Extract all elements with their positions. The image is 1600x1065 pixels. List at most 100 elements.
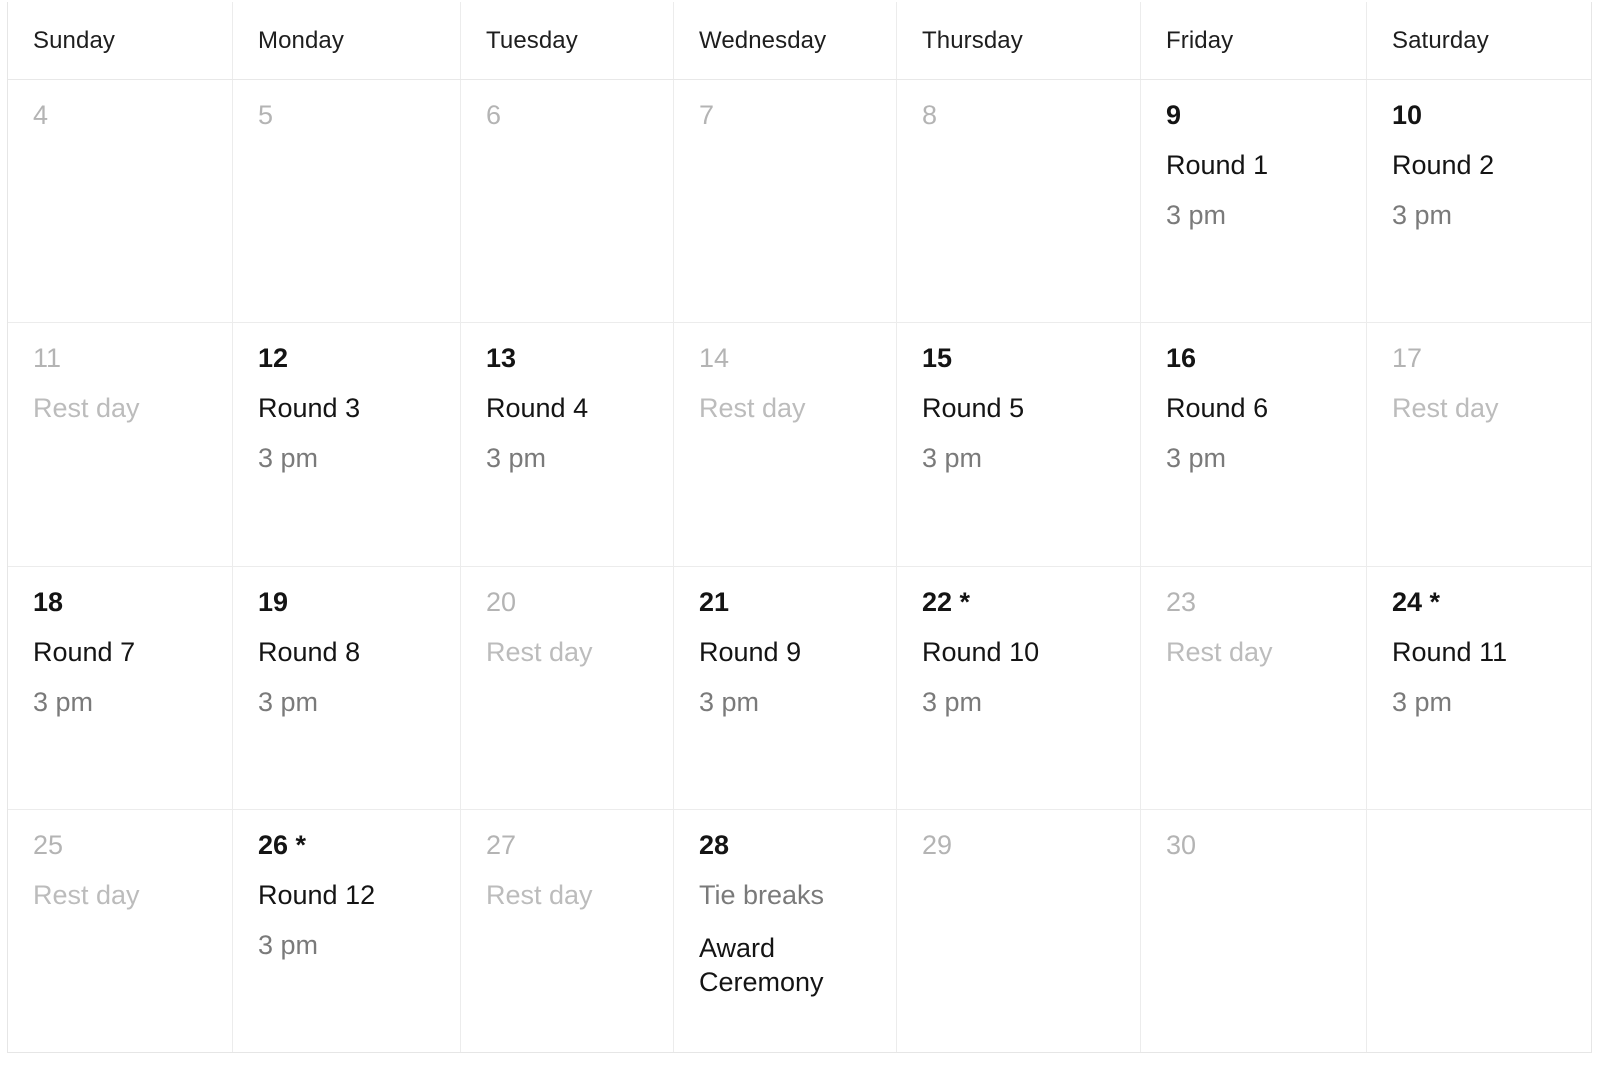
weekday-label: Tuesday [486,26,578,54]
calendar-day-cell[interactable]: 24 * Round 11 3 pm [1367,567,1593,809]
calendar-day-cell[interactable]: 13 Round 4 3 pm [461,323,674,566]
event-time-label: 3 pm [922,686,983,717]
day-number: 10 [1392,100,1423,130]
rest-day-label: Rest day [699,393,806,424]
event-title-label: Round 9 [699,636,802,667]
day-number: 15 [922,343,953,374]
calendar-day-cell[interactable]: 25 Rest day [8,809,233,1052]
calendar-day-cell[interactable]: 17 Rest day [1367,323,1593,565]
weekday-label: Monday [258,26,344,54]
calendar-day-cell[interactable] [1367,810,1593,1052]
rest-day-label: Rest day [1166,636,1273,667]
day-number: 4 [33,100,49,130]
event-time-label: 3 pm [258,686,319,717]
day-number: 22 * [922,586,971,617]
event-time-label: 3 pm [1392,686,1453,717]
day-number: 27 [486,829,517,860]
calendar-day-cell[interactable]: 9 Round 1 3 pm [1141,80,1367,323]
weekday-header-cell: Sunday [8,2,233,79]
calendar-day-cell[interactable]: 11 Rest day [8,323,233,566]
day-number: 12 [258,343,289,374]
calendar-week-row: 4 5 6 7 8 9 Round 1 3 pm 10 Round 2 3 pm [8,80,1593,324]
calendar-day-cell[interactable]: 16 Round 6 3 pm [1141,323,1367,566]
calendar-day-cell[interactable]: 27 Rest day [461,809,674,1052]
calendar-day-cell[interactable]: 20 Rest day [461,566,674,809]
day-number: 13 [486,343,517,374]
day-number: 24 * [1392,586,1441,617]
event-time-label: 3 pm [258,443,319,474]
day-number: 21 [699,586,730,617]
calendar-day-cell[interactable]: 26 * Round 12 3 pm [233,809,461,1052]
event-title-label: Award Ceremony [699,932,824,997]
event-time-label: 3 pm [33,686,94,717]
calendar-day-cell[interactable]: 23 Rest day [1141,566,1367,809]
event-time-label: Tie breaks [699,879,825,910]
event-time-label: 3 pm [1166,443,1227,474]
calendar-day-cell[interactable]: 15 Round 5 3 pm [897,323,1141,566]
day-number: 14 [699,343,730,374]
calendar-day-cell[interactable]: 4 [8,80,233,323]
weekday-header-cell: Monday [233,2,461,79]
calendar-day-cell[interactable]: 5 [233,80,461,323]
event-title-label: Round 7 [33,636,136,667]
event-title-label: Round 1 [1166,150,1269,180]
event-time-label: 3 pm [486,443,547,474]
event-time-label: 3 pm [699,686,760,717]
weekday-header-cell: Wednesday [674,2,897,79]
weekday-header-cell: Thursday [897,2,1141,79]
rest-day-label: Rest day [33,393,140,424]
day-number: 7 [699,100,715,130]
event-time-label: 3 pm [258,929,319,960]
day-number: 20 [486,586,517,617]
day-number: 11 [33,343,62,374]
calendar-day-cell[interactable]: 7 [674,80,897,323]
day-number: 18 [33,586,64,617]
calendar-day-cell[interactable]: 18 Round 7 3 pm [8,566,233,809]
day-number: 8 [922,100,938,130]
calendar-day-cell[interactable]: 28 Tie breaks Award Ceremony [674,809,897,1052]
day-number: 25 [33,829,64,860]
event-time-label: 3 pm [1166,200,1227,230]
event-time-label: 3 pm [922,443,983,474]
calendar-grid: Sunday Monday Tuesday Wednesday Thursday Frid… [7,2,1592,1053]
event-title-label: Round 6 [1166,393,1269,424]
event-title-label: Round 8 [258,636,361,667]
calendar-day-cell[interactable]: 30 [1141,809,1367,1052]
calendar-day-cell[interactable]: 19 Round 8 3 pm [233,566,461,809]
calendar-weekday-header: Sunday Monday Tuesday Wednesday Thursday Frid… [8,2,1591,80]
calendar-day-cell[interactable]: 6 [461,80,674,323]
weekday-label: Sunday [33,26,115,54]
day-number: 5 [258,100,274,130]
day-number: 23 [1166,586,1197,617]
weekday-header-cell: Friday [1141,2,1367,79]
event-title-label: Round 4 [486,393,589,424]
rest-day-label: Rest day [33,879,140,910]
rest-day-label: Rest day [486,636,593,667]
calendar-day-cell[interactable]: 12 Round 3 3 pm [233,323,461,566]
event-title-label: Round 11 [1392,636,1508,667]
calendar-week-row: 25 Rest day 26 * Round 12 3 pm 27 Rest day 28 Ti… [8,809,1593,1052]
rest-day-label: Rest day [1392,393,1499,424]
event-title-label: Round 2 [1392,150,1495,180]
calendar-day-cell[interactable]: 22 * Round 10 3 pm [897,566,1141,809]
calendar-week-row: 11 Rest day 12 Round 3 3 pm 13 Round 4 3 pm 14 Re… [8,323,1593,567]
weekday-label: Thursday [922,26,1023,54]
weekday-label: Wednesday [699,26,827,54]
event-time-label: 3 pm [1392,200,1453,230]
day-number: 19 [258,586,289,617]
weekday-label: Friday [1166,26,1234,54]
event-title-label: Round 12 [258,879,376,910]
calendar-day-cell[interactable]: 10 Round 2 3 pm [1367,80,1593,322]
day-number: 26 * [258,829,307,860]
calendar-day-cell[interactable]: 14 Rest day [674,323,897,566]
calendar-day-cell[interactable]: 8 [897,80,1141,323]
calendar-day-cell[interactable]: 21 Round 9 3 pm [674,566,897,809]
weekday-header-cell: Tuesday [461,2,674,79]
weekday-header-cell: Saturday [1367,2,1593,79]
day-number: 30 [1166,829,1197,860]
day-number: 29 [922,829,953,860]
calendar-day-cell[interactable]: 29 [897,809,1141,1052]
day-number: 9 [1166,100,1182,130]
calendar-weeks: 4 5 6 7 8 9 Round 1 3 pm 10 Round 2 3 pm 11 Rest day… [8,80,1591,1052]
event-title-label: Round 10 [922,636,1040,667]
